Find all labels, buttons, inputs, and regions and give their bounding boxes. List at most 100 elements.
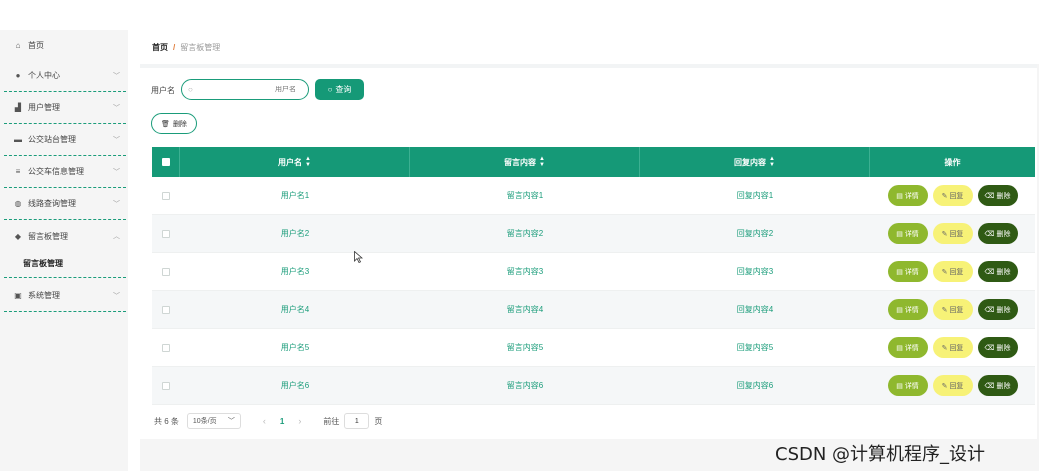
globe-icon: ◍: [14, 199, 22, 208]
chevron-down-icon: ﹀: [113, 292, 120, 300]
cell-reply: 回复内容4: [736, 305, 774, 314]
goto-page-input[interactable]: 1: [344, 413, 370, 429]
detail-button[interactable]: ▤ 详情: [887, 185, 928, 206]
select-all-cell: [152, 147, 180, 177]
cell-message: 留言内容3: [506, 267, 544, 276]
edit-icon: ✎: [941, 344, 948, 352]
query-button[interactable]: ○ 查询: [315, 79, 364, 100]
trash-icon: 🗑: [161, 120, 170, 128]
sidebar-item-label: 线路查询管理: [28, 199, 76, 208]
search-input[interactable]: [200, 86, 300, 93]
users-icon: ▟: [14, 103, 22, 112]
prev-page-icon[interactable]: ‹: [263, 416, 266, 426]
delete-button-label: 删除: [172, 120, 187, 128]
reply-button[interactable]: ✎ 回复: [932, 261, 973, 282]
reply-button[interactable]: ✎ 回复: [932, 299, 973, 320]
delete-button[interactable]: 🗑 删除: [151, 113, 197, 134]
sidebar-item-home[interactable]: ⌂ 首页: [4, 30, 126, 60]
chevron-down-icon: ﹀: [113, 136, 120, 144]
chevron-down-icon: ﹀: [113, 104, 120, 112]
chevron-down-icon: ﹀: [227, 418, 235, 425]
cell-message: 留言内容1: [506, 191, 544, 200]
search-box[interactable]: ○: [181, 79, 309, 100]
header-username[interactable]: 用户名 ▲ ▼: [180, 147, 410, 177]
breadcrumb-home[interactable]: 首页: [152, 42, 168, 53]
page-number[interactable]: 1: [280, 417, 284, 426]
mouse-cursor-icon: [354, 251, 363, 263]
cell-username: 用户名4: [280, 305, 310, 314]
cell-username: 用户名2: [280, 229, 310, 238]
home-icon: ⌂: [15, 40, 21, 50]
sidebar-item-label: 留言板管理: [28, 231, 68, 241]
cell-message: 留言内容6: [506, 381, 544, 390]
sort-icon: ▲ ▼: [305, 156, 311, 168]
row-checkbox[interactable]: [162, 343, 170, 352]
reply-button[interactable]: ✎ 回复: [932, 223, 973, 244]
table-row: 用户名2 留言内容2 回复内容2 ▤ 详情 ✎ 回复 ⌫ 删除: [152, 215, 1035, 253]
trash-icon: ⌫: [984, 344, 995, 352]
row-delete-button[interactable]: ⌫ 删除: [977, 185, 1018, 206]
sidebar-item-system-management[interactable]: ▣ 系统管理 ﹀: [4, 280, 126, 312]
table-row: 用户名3 留言内容3 回复内容3 ▤ 详情 ✎ 回复 ⌫ 删除: [152, 253, 1035, 291]
table-header: 用户名 ▲ ▼ 留言内容 ▲ ▼ 回复内容 ▲ ▼ 操作: [152, 147, 1035, 177]
select-all-checkbox[interactable]: [161, 158, 170, 166]
monitor-icon: ▬: [14, 135, 22, 144]
reply-button[interactable]: ✎ 回复: [932, 375, 973, 396]
header-operations: 操作: [944, 157, 961, 167]
table-row: 用户名1 留言内容1 回复内容1 ▤ 详情 ✎ 回复 ⌫ 删除: [152, 177, 1035, 215]
row-checkbox[interactable]: [162, 267, 170, 276]
edit-icon: ✎: [941, 268, 948, 276]
chevron-up-icon: ︿: [113, 233, 120, 240]
page-size-select[interactable]: 10条/页 ﹀: [186, 413, 241, 429]
header-message[interactable]: 留言内容 ▲ ▼: [410, 147, 640, 177]
reply-button[interactable]: ✎ 回复: [932, 185, 973, 206]
detail-button[interactable]: ▤ 详情: [887, 299, 928, 320]
sidebar-item-bus-stop-management[interactable]: ▬ 公交站台管理 ﹀: [4, 124, 126, 156]
trash-icon: ⌫: [984, 230, 995, 238]
breadcrumb: 首页 / 留言板管理: [152, 42, 220, 53]
row-delete-button[interactable]: ⌫ 删除: [977, 375, 1018, 396]
detail-button[interactable]: ▤ 详情: [887, 261, 928, 282]
trash-icon: ⌫: [984, 306, 995, 314]
table-row: 用户名4 留言内容4 回复内容4 ▤ 详情 ✎ 回复 ⌫ 删除: [152, 291, 1035, 329]
detail-button[interactable]: ▤ 详情: [887, 223, 928, 244]
search-label: 用户名: [151, 86, 175, 95]
cell-reply: 回复内容3: [736, 267, 774, 276]
cell-username: 用户名1: [280, 191, 310, 200]
detail-button[interactable]: ▤ 详情: [887, 337, 928, 358]
cell-username: 用户名6: [280, 381, 310, 390]
edit-icon: ✎: [941, 382, 948, 390]
row-delete-button[interactable]: ⌫ 删除: [977, 261, 1018, 282]
pagination: 共 6 条 10条/页 ﹀ ‹ 1 › 前往 1 页: [154, 413, 382, 429]
header-reply[interactable]: 回复内容 ▲ ▼: [640, 147, 870, 177]
sidebar-item-label: 用户管理: [28, 103, 60, 112]
cell-message: 留言内容4: [506, 305, 544, 314]
table-row: 用户名5 留言内容5 回复内容5 ▤ 详情 ✎ 回复 ⌫ 删除: [152, 329, 1035, 367]
cell-message: 留言内容5: [506, 343, 544, 352]
detail-button[interactable]: ▤ 详情: [887, 375, 928, 396]
cell-reply: 回复内容5: [736, 343, 774, 352]
sidebar-item-user-management[interactable]: ▟ 用户管理 ﹀: [4, 92, 126, 124]
list-icon: ≡: [15, 167, 21, 176]
location-icon: ◆: [14, 231, 22, 241]
goto-label: 前往: [323, 416, 340, 426]
row-checkbox[interactable]: [162, 191, 170, 200]
row-delete-button[interactable]: ⌫ 删除: [977, 299, 1018, 320]
row-checkbox[interactable]: [162, 381, 170, 390]
sidebar-subitem-message-board[interactable]: 留言板管理: [4, 250, 126, 278]
document-icon: ▤: [896, 382, 903, 390]
sidebar-item-route-query-management[interactable]: ◍ 线路查询管理 ﹀: [4, 188, 126, 220]
row-checkbox[interactable]: [162, 305, 170, 314]
sort-icon: ▲ ▼: [539, 156, 545, 168]
sidebar-item-personal-center[interactable]: ● 个人中心 ﹀: [4, 60, 126, 92]
trash-icon: ⌫: [984, 192, 995, 200]
next-page-icon[interactable]: ›: [298, 416, 301, 426]
sidebar-item-message-board-management[interactable]: ◆ 留言板管理 ︿: [4, 220, 126, 252]
row-delete-button[interactable]: ⌫ 删除: [977, 337, 1018, 358]
cell-reply: 回复内容6: [736, 381, 774, 390]
row-delete-button[interactable]: ⌫ 删除: [977, 223, 1018, 244]
row-checkbox[interactable]: [162, 229, 170, 238]
sidebar-item-bus-info-management[interactable]: ≡ 公交车信息管理 ﹀: [4, 156, 126, 188]
cell-message: 留言内容2: [506, 229, 544, 238]
reply-button[interactable]: ✎ 回复: [932, 337, 973, 358]
